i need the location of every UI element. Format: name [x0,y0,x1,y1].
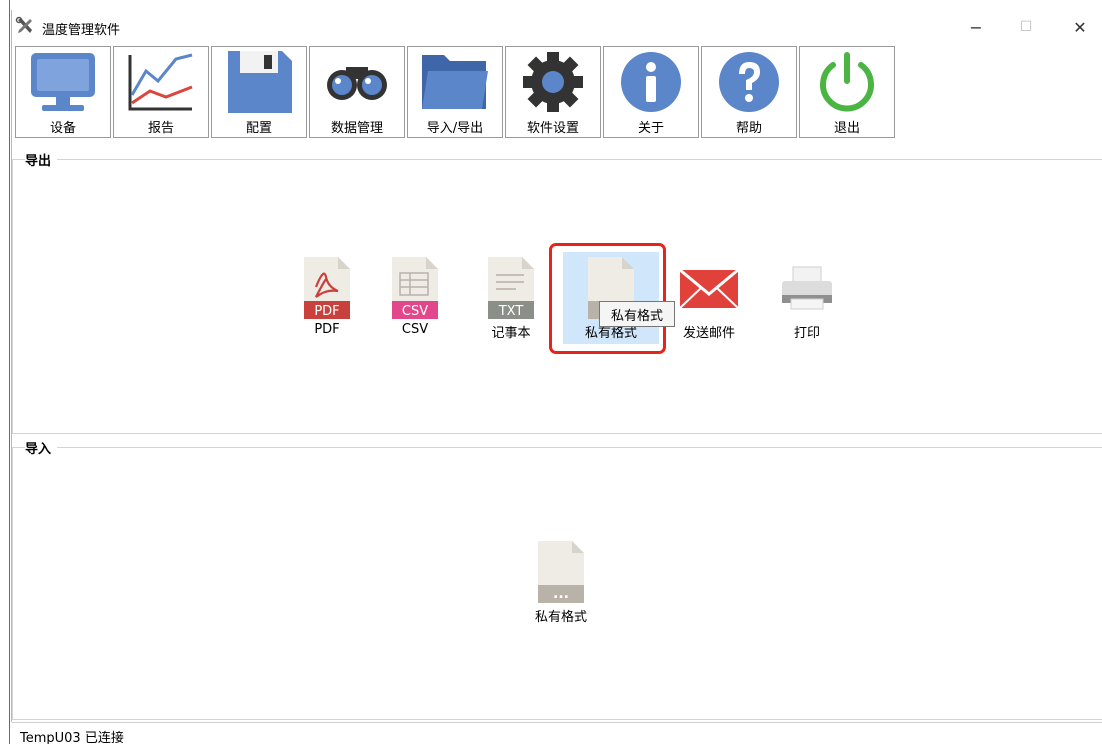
mail-icon [661,256,757,320]
export-print-button[interactable]: 打印 [759,256,855,348]
toolbar-report-button[interactable]: 报告 [113,46,209,138]
maximize-icon: ☐ [1019,19,1033,35]
power-icon [800,49,894,115]
close-button[interactable]: ✕ [1058,10,1102,44]
window-left-edge [9,0,10,744]
toolbar-device-button[interactable]: 设备 [15,46,111,138]
toolbar-label: 退出 [833,121,860,136]
csv-file-icon: CSV [367,256,463,320]
export-pdf-button[interactable]: PDF PDF [279,256,375,348]
binoculars-icon [310,49,404,115]
toolbar-help-button[interactable]: 帮助 [701,46,797,138]
toolbar-import-export-button[interactable]: 导入/导出 [407,46,503,138]
toolbar-label: 关于 [637,121,664,136]
connection-status: TempU03 已连接 [20,731,124,744]
gear-icon [506,49,600,115]
import-group: 导入 ... 私有格式 [12,438,1102,720]
title-bar: 温度管理软件 − ☐ ✕ [12,10,1102,44]
minimize-icon: − [969,17,983,37]
toolbar-data-management-button[interactable]: 数据管理 [309,46,405,138]
monitor-icon [16,49,110,115]
csv-badge-text: CSV [402,304,428,319]
toolbar-label: 软件设置 [526,121,579,136]
info-icon [604,49,698,115]
toolbar-label: 导入/导出 [426,121,484,136]
main-toolbar: 设备 报告 配置 数据管理 导入/导出 软件设置 关于 帮助 退出 [15,46,897,138]
export-send-mail-button[interactable]: 发送邮件 [661,256,757,348]
export-group-title: 导出 [25,150,58,169]
toolbar-label: 数据管理 [330,121,383,136]
import-group-title: 导入 [25,438,58,457]
maximize-button[interactable]: ☐ [1004,10,1048,44]
floppy-disk-icon [212,49,306,115]
printer-icon [759,256,855,320]
export-item-label: 发送邮件 [682,326,735,341]
status-bar: TempU03 已连接 [12,722,1102,744]
window-title: 温度管理软件 [42,23,121,38]
close-icon: ✕ [1073,17,1087,37]
export-notepad-button[interactable]: TXT 记事本 [463,256,559,348]
minimize-button[interactable]: − [954,10,998,44]
tooltip: 私有格式 [599,301,675,327]
chart-icon [114,49,208,115]
selection-highlight [549,243,666,354]
export-item-label: 记事本 [491,326,531,341]
import-private-format-button[interactable]: ... 私有格式 [513,540,609,632]
toolbar-about-button[interactable]: 关于 [603,46,699,138]
export-item-label: 打印 [793,326,820,341]
private-badge-text: ... [553,586,569,602]
export-item-label: CSV [401,322,429,337]
toolbar-software-settings-button[interactable]: 软件设置 [505,46,601,138]
import-item-label: 私有格式 [534,610,587,625]
txt-badge-text: TXT [498,304,524,319]
pdf-badge-text: PDF [314,304,339,319]
private-file-icon: ... [513,540,609,604]
toolbar-label: 帮助 [735,121,762,136]
tools-icon [15,16,35,36]
export-item-label: PDF [314,322,340,337]
toolbar-exit-button[interactable]: 退出 [799,46,895,138]
toolbar-label: 报告 [147,121,174,136]
pdf-file-icon: PDF [279,256,375,320]
txt-file-icon: TXT [463,256,559,320]
export-csv-button[interactable]: CSV CSV [367,256,463,348]
folder-icon [408,49,502,115]
toolbar-label: 配置 [245,121,272,136]
toolbar-label: 设备 [49,121,76,136]
toolbar-config-button[interactable]: 配置 [211,46,307,138]
help-icon [702,49,796,115]
